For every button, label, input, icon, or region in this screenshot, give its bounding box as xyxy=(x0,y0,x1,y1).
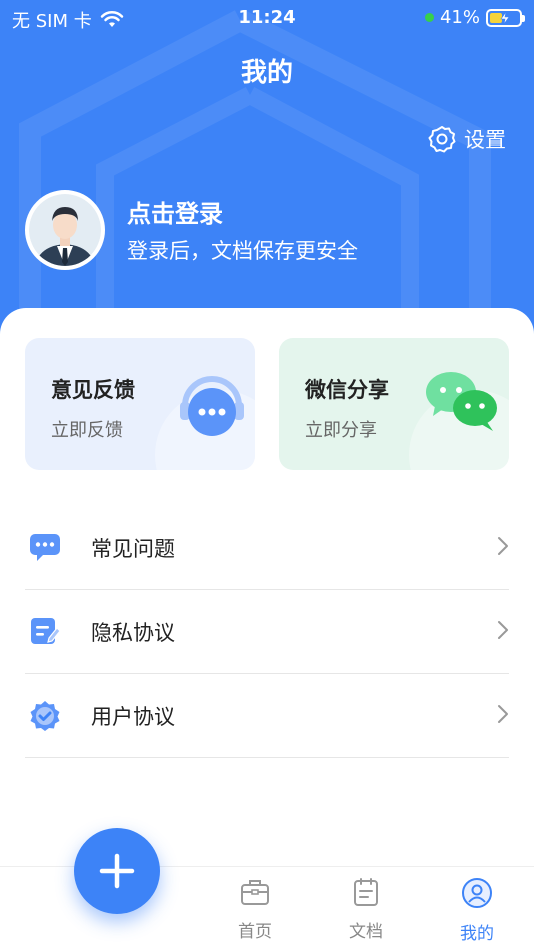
battery-icon xyxy=(486,8,525,27)
tab-mine-label: 我的 xyxy=(460,924,494,944)
login-title[interactable]: 点击登录 xyxy=(127,194,223,229)
feedback-title: 意见反馈 xyxy=(51,378,135,402)
verified-badge-icon xyxy=(30,701,60,731)
menu-item-user-agreement[interactable]: 用户协议 xyxy=(25,674,509,758)
battery-info: 41% xyxy=(424,7,525,28)
tab-home-label: 首页 xyxy=(238,922,272,942)
menu-item-privacy[interactable]: 隐私协议 xyxy=(25,590,509,674)
chat-bubble-icon xyxy=(30,534,60,561)
edit-document-icon xyxy=(31,618,61,644)
menu-label-user-agreement: 用户协议 xyxy=(91,705,175,729)
feedback-subtitle: 立即反馈 xyxy=(51,420,123,441)
share-subtitle: 立即分享 xyxy=(305,420,377,441)
gear-icon xyxy=(428,126,456,153)
login-subtitle: 登录后，文档保存更安全 xyxy=(127,239,358,263)
chevron-right-icon xyxy=(498,705,508,723)
tab-documents-label: 文档 xyxy=(349,922,383,942)
chevron-right-icon xyxy=(498,537,508,555)
status-bar: 无 SIM 卡 11:24 41% xyxy=(0,0,534,36)
wechat-icon xyxy=(426,372,497,431)
chevron-right-icon xyxy=(498,621,508,639)
share-card[interactable]: 微信分享 立即分享 xyxy=(279,338,509,470)
page-title: 我的 xyxy=(240,58,293,88)
feedback-card[interactable]: 意见反馈 立即反馈 xyxy=(25,338,255,470)
menu-label-privacy: 隐私协议 xyxy=(91,621,175,645)
avatar[interactable] xyxy=(25,190,105,270)
plus-icon xyxy=(99,853,135,889)
avatar-person-icon xyxy=(29,194,101,266)
tab-home[interactable]: 首页 xyxy=(220,877,290,942)
tab-documents[interactable]: 文档 xyxy=(331,877,401,942)
briefcase-icon xyxy=(241,880,269,905)
user-icon xyxy=(462,878,492,908)
login-profile[interactable]: 点击登录 登录后，文档保存更安全 xyxy=(25,190,505,274)
settings-button[interactable]: 设置 xyxy=(428,124,506,154)
add-button[interactable] xyxy=(74,828,160,914)
share-title: 微信分享 xyxy=(305,378,389,402)
active-dot-icon xyxy=(424,13,434,22)
headset-chat-icon xyxy=(180,376,244,436)
menu-label-faq: 常见问题 xyxy=(91,537,175,561)
tab-mine[interactable]: 我的 xyxy=(442,877,512,944)
menu-list: 常见问题 隐私协议 用户协议 xyxy=(25,506,509,758)
document-icon xyxy=(354,878,378,906)
battery-percent: 41% xyxy=(439,7,480,28)
settings-label: 设置 xyxy=(464,128,506,152)
menu-item-faq[interactable]: 常见问题 xyxy=(25,506,509,590)
